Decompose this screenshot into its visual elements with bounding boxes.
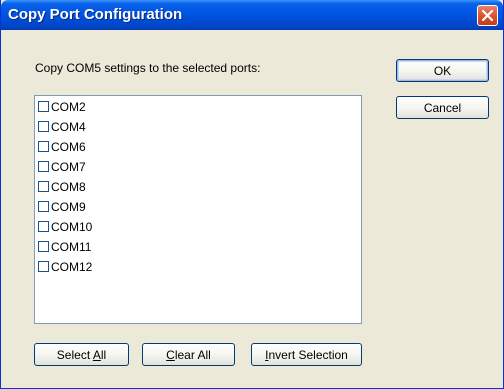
port-label: COM8 [51,179,86,194]
port-label: COM11 [51,239,92,254]
port-label: COM9 [51,199,86,214]
port-item-com7[interactable]: COM7 [38,158,86,175]
port-item-com4[interactable]: COM4 [38,118,86,135]
close-button[interactable] [477,5,498,26]
port-label: COM2 [51,99,86,114]
dialog-title: Copy Port Configuration [8,6,183,23]
select-all-label: Select All [56,347,107,362]
cancel-button[interactable]: Cancel [396,96,489,119]
ok-button[interactable]: OK [396,59,489,82]
port-item-com11[interactable]: COM11 [38,238,91,255]
select-all-button[interactable]: Select All [34,343,129,366]
ok-button-label: OK [433,63,452,78]
port-label: COM6 [51,139,86,154]
checkbox[interactable] [38,241,49,252]
invert-selection-label: Invert Selection [265,347,348,362]
checkbox[interactable] [38,221,49,232]
checkbox[interactable] [38,141,49,152]
checkbox[interactable] [38,101,49,112]
port-label: COM12 [51,259,93,274]
clear-all-label: Clear All [166,347,211,362]
port-list[interactable]: COM2 COM4 COM6 COM7 COM8 COM9 COM10 COM1… [34,95,362,324]
checkbox[interactable] [38,181,49,192]
port-label: COM4 [51,119,86,134]
port-item-com9[interactable]: COM9 [38,198,86,215]
port-item-com8[interactable]: COM8 [38,178,86,195]
port-item-com10[interactable]: COM10 [38,218,92,235]
checkbox[interactable] [38,161,49,172]
close-icon [482,10,493,21]
cancel-button-label: Cancel [423,100,462,115]
clear-all-button[interactable]: Clear All [142,343,235,366]
port-label: COM7 [51,159,86,174]
title-bar[interactable]: Copy Port Configuration [1,0,503,30]
port-item-com6[interactable]: COM6 [38,138,86,155]
checkbox[interactable] [38,201,49,212]
port-item-com12[interactable]: COM12 [38,258,92,275]
instruction-label: Copy COM5 settings to the selected ports… [35,61,261,75]
invert-selection-button[interactable]: Invert Selection [251,343,362,366]
port-label: COM10 [51,219,93,234]
port-item-com2[interactable]: COM2 [38,98,86,115]
checkbox[interactable] [38,121,49,132]
checkbox[interactable] [38,261,49,272]
copy-port-configuration-dialog: Copy Port Configuration Copy COM5 settin… [0,0,504,389]
